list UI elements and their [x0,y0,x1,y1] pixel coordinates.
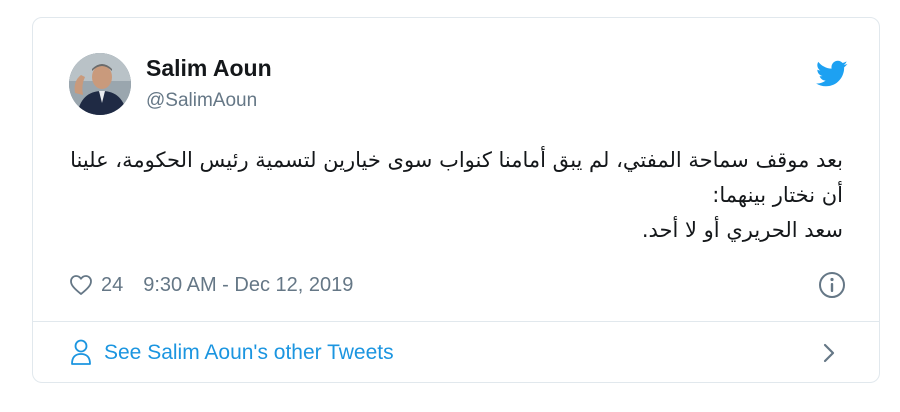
tweet-meta: 24 9:30 AM - Dec 12, 2019 [69,270,353,300]
author-handle[interactable]: @SalimAoun [146,90,257,112]
see-other-tweets-label: See Salim Aoun's other Tweets [104,341,394,364]
tweet-card: Salim Aoun @SalimAoun بعد موقف سماحة الم… [32,17,880,383]
tweet-text: بعد موقف سماحة المفتي، لم يبق أمامنا كنو… [63,143,843,248]
see-other-tweets-link[interactable]: See Salim Aoun's other Tweets [33,322,879,384]
like-count: 24 [101,273,124,296]
tweet-text-line: أن نختار بينهما: [712,183,843,207]
chevron-right-icon [823,343,835,363]
avatar[interactable] [69,53,131,115]
author-name[interactable]: Salim Aoun [146,55,272,82]
twitter-bird-icon[interactable] [816,60,848,88]
like-button[interactable]: 24 [69,274,123,297]
person-icon [71,339,91,365]
tweet-text-line: سعد الحريري أو لا أحد. [641,218,843,242]
tweet-text-line: بعد موقف سماحة المفتي، لم يبق أمامنا كنو… [70,148,843,172]
info-icon[interactable] [818,271,846,299]
tweet-timestamp[interactable]: 9:30 AM - Dec 12, 2019 [143,274,353,297]
heart-icon [70,275,92,295]
